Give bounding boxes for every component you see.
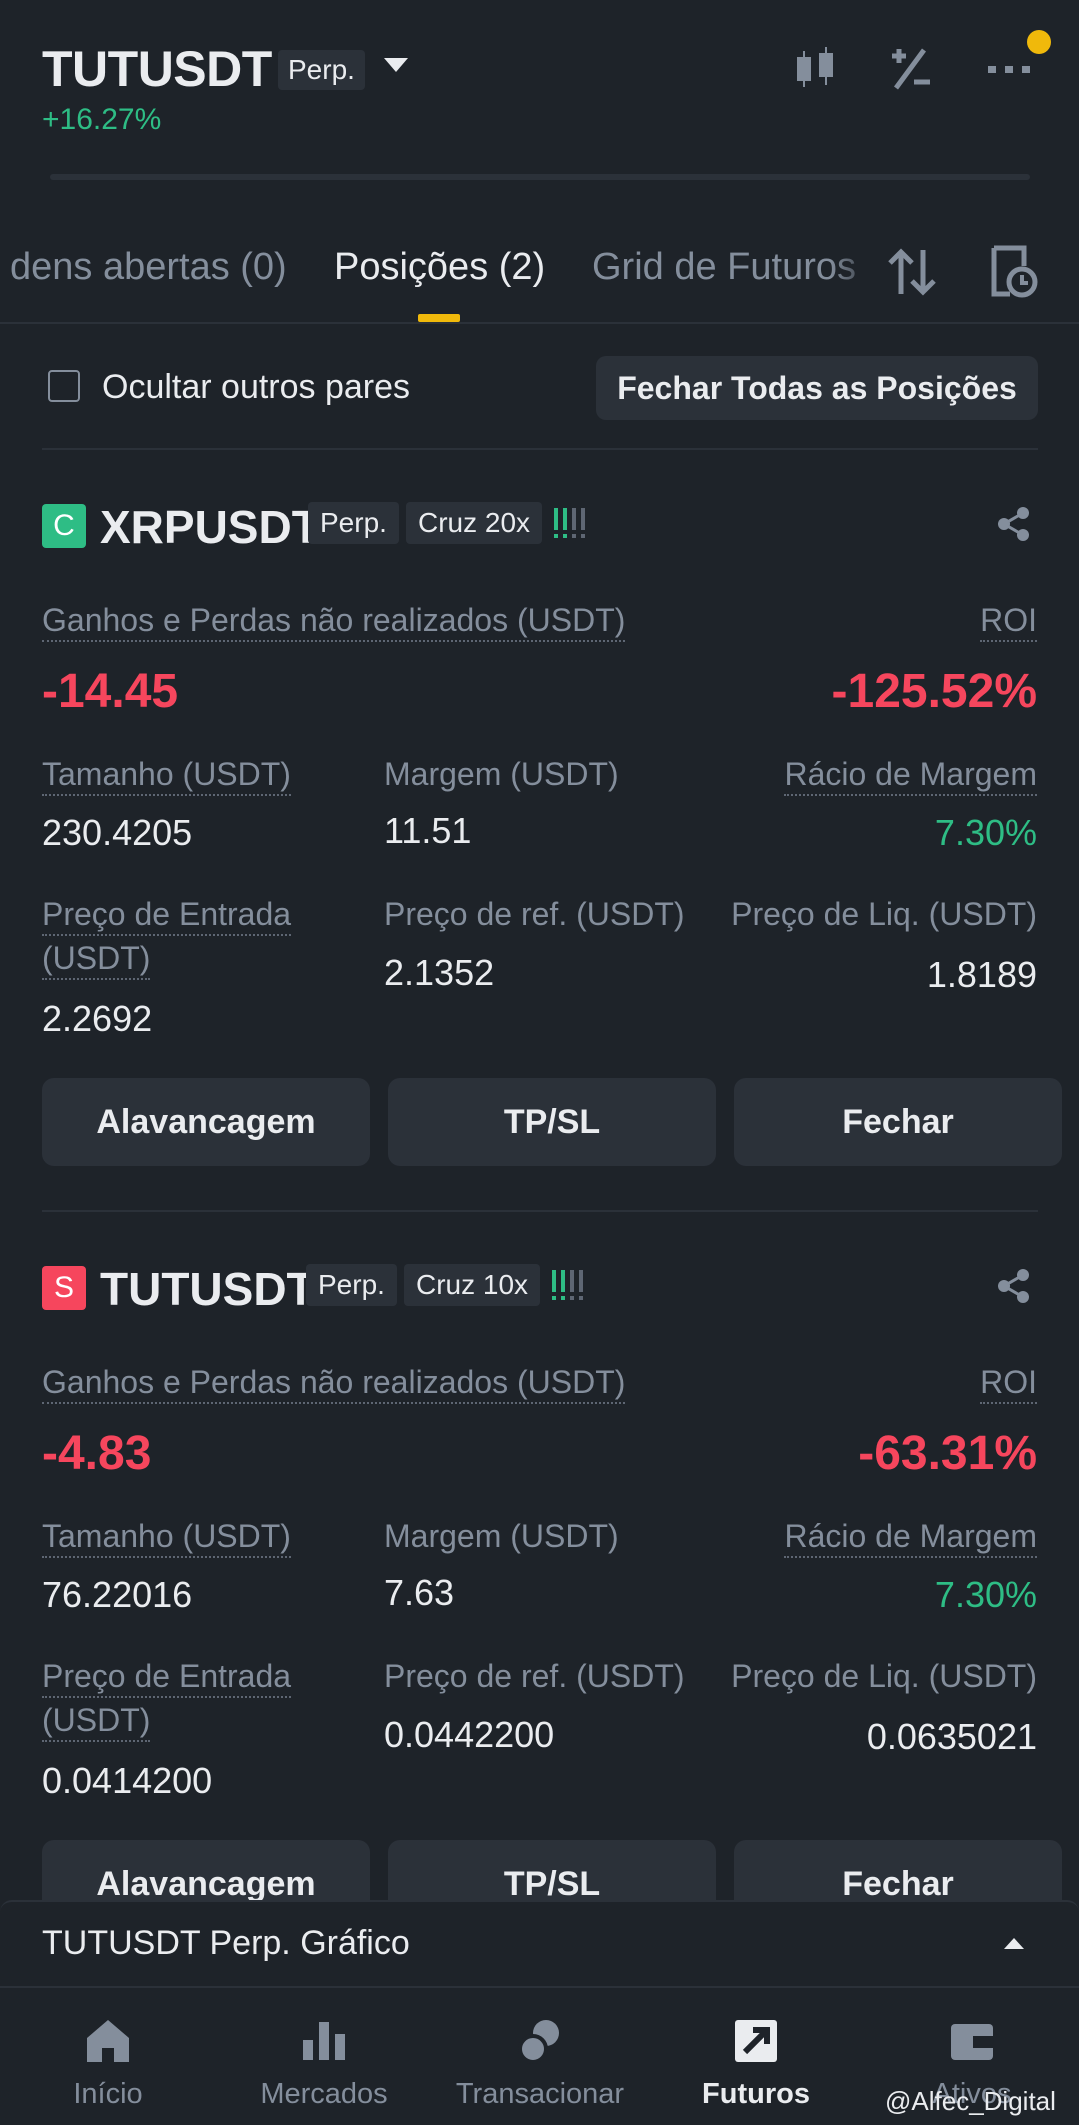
close-position-button[interactable]: Fechar: [734, 1078, 1062, 1166]
tab-open-orders[interactable]: dens abertas (0): [10, 246, 287, 289]
roi-label[interactable]: ROI: [980, 602, 1037, 642]
margin-ratio-value: 7.30%: [934, 1574, 1037, 1615]
margin-ratio-value: 7.30%: [934, 812, 1037, 853]
tab-futures-grid[interactable]: Grid de Futuros: [592, 246, 856, 289]
unrealized-pnl: -4.83: [42, 1427, 152, 1480]
home-icon: [87, 2020, 129, 2062]
position-symbol[interactable]: TUTUSDT: [100, 1262, 315, 1316]
tab-fade: [830, 230, 880, 320]
unrealized-pnl: -14.45: [42, 665, 179, 718]
margin-mode-tag[interactable]: Cruz 20x: [406, 502, 543, 544]
liq-price-label: Preço de Liq. (USDT): [731, 1658, 1037, 1694]
contract-type-tag: Perp.: [308, 502, 399, 544]
position-card: C XRPUSDT Perp. Cruz 20x Ganhos e Perdas…: [0, 466, 1079, 1206]
nav-item-home[interactable]: Início: [0, 1988, 216, 2125]
mark-price-label: Preço de ref. (USDT): [384, 896, 685, 932]
size-value: 76.22016: [42, 1574, 193, 1615]
hide-other-pairs-checkbox[interactable]: [48, 370, 80, 402]
active-tab-indicator: [418, 314, 460, 322]
contract-type-tag: Perp.: [306, 1264, 397, 1306]
side-badge: C: [42, 504, 86, 548]
contract-type-tag: Perp.: [278, 50, 365, 90]
calculator-icon[interactable]: [884, 42, 938, 96]
candlestick-chart-icon[interactable]: [788, 42, 842, 96]
symbol-dropdown-icon[interactable]: [384, 58, 408, 72]
mark-price-label: Preço de ref. (USDT): [384, 1658, 685, 1694]
liq-price-label: Preço de Liq. (USDT): [731, 896, 1037, 932]
leverage-button[interactable]: Alavancagem: [42, 1078, 370, 1166]
position-symbol[interactable]: XRPUSDT: [100, 500, 320, 554]
roi-label[interactable]: ROI: [980, 1364, 1037, 1404]
price-change: +16.27%: [42, 103, 162, 136]
margin-label: Margem (USDT): [384, 756, 619, 792]
side-badge: S: [42, 1266, 86, 1310]
entry-price-unit[interactable]: (USDT): [42, 940, 151, 980]
entry-price-label[interactable]: Preço de Entrada: [42, 896, 292, 936]
markets-icon: [303, 2022, 345, 2060]
header-divider: [50, 174, 1030, 180]
wallet-icon: [951, 2024, 993, 2060]
futures-icon: [735, 2020, 777, 2062]
share-icon[interactable]: [996, 506, 1032, 542]
size-value: 230.4205: [42, 812, 193, 853]
separator: [42, 1210, 1038, 1212]
entry-price-value: 2.2692: [42, 998, 153, 1039]
separator: [42, 448, 1038, 450]
trade-icon: [518, 2020, 559, 2064]
chart-drawer-label[interactable]: TUTUSDT Perp. Gráfico: [42, 1924, 410, 1963]
watermark-text: @Alfec_Digital: [885, 2086, 1056, 2116]
margin-value: 11.51: [384, 810, 472, 851]
roi-value: -125.52%: [831, 665, 1037, 718]
orders-tabs: dens abertas (0) Posições (2) Grid de Fu…: [0, 230, 1079, 324]
more-options-icon[interactable]: [982, 42, 1036, 96]
mark-price-value: 0.0442200: [384, 1714, 555, 1755]
mark-price-value: 2.1352: [384, 952, 495, 993]
size-label[interactable]: Tamanho (USDT): [42, 1518, 291, 1558]
close-all-positions-button[interactable]: Fechar Todas as Posições: [596, 356, 1038, 420]
liq-price-value: 1.8189: [926, 954, 1037, 995]
adl-indicator-icon: [554, 508, 585, 538]
nav-item-markets[interactable]: Mercados: [216, 1988, 432, 2125]
entry-price-label[interactable]: Preço de Entrada: [42, 1658, 292, 1698]
order-history-icon[interactable]: [984, 244, 1040, 300]
adl-indicator-icon: [552, 1270, 583, 1300]
nav-item-trade[interactable]: Transacionar: [432, 1988, 648, 2125]
margin-ratio-label[interactable]: Rácio de Margem: [784, 1518, 1037, 1558]
nav-label: Início: [73, 2078, 143, 2110]
symbol-title[interactable]: TUTUSDT: [42, 40, 272, 98]
nav-item-futures[interactable]: Futuros: [648, 1988, 864, 2125]
tab-positions[interactable]: Posições (2): [334, 246, 545, 289]
size-label[interactable]: Tamanho (USDT): [42, 756, 291, 796]
notification-dot: [1027, 30, 1051, 54]
chevron-up-icon[interactable]: [1004, 1938, 1024, 1949]
filter-row: Ocultar outros pares Fechar Todas as Pos…: [0, 330, 1079, 450]
nav-label: Transacionar: [455, 2078, 625, 2110]
roi-value: -63.31%: [858, 1427, 1037, 1480]
nav-label: Futuros: [702, 2078, 810, 2110]
nav-label: Mercados: [260, 2078, 388, 2110]
margin-label: Margem (USDT): [384, 1518, 619, 1554]
margin-value: 7.63: [384, 1572, 455, 1613]
hide-other-pairs-label[interactable]: Ocultar outros pares: [102, 368, 410, 407]
entry-price-unit[interactable]: (USDT): [42, 1702, 151, 1742]
pnl-label[interactable]: Ganhos e Perdas não realizados (USDT): [42, 602, 626, 642]
chart-drawer[interactable]: TUTUSDT Perp. Gráfico: [0, 1900, 1079, 1986]
top-header: TUTUSDT Perp. +16.27%: [0, 0, 1079, 180]
share-icon[interactable]: [996, 1268, 1032, 1304]
pnl-label[interactable]: Ganhos e Perdas não realizados (USDT): [42, 1364, 626, 1404]
margin-ratio-label[interactable]: Rácio de Margem: [784, 756, 1037, 796]
entry-price-value: 0.0414200: [42, 1760, 213, 1801]
liq-price-value: 0.0635021: [866, 1716, 1037, 1757]
tpsl-button[interactable]: TP/SL: [388, 1078, 716, 1166]
margin-mode-tag[interactable]: Cruz 10x: [404, 1264, 541, 1306]
position-card: S TUTUSDT Perp. Cruz 10x Ganhos e Perdas…: [0, 1228, 1079, 1968]
sort-icon[interactable]: [884, 244, 940, 300]
